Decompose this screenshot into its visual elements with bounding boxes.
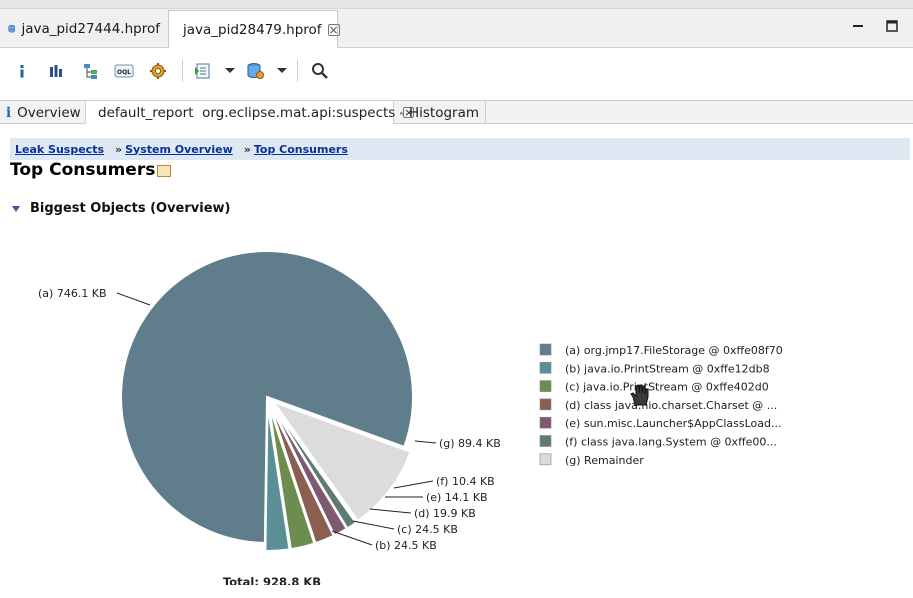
editor-tab-java-pid28479[interactable]: java_pid28479.hprof ×	[168, 10, 340, 48]
editor-tab-java-pid27444[interactable]: java_pid27444.hprof	[0, 10, 168, 48]
run-report-icon[interactable]	[192, 60, 214, 82]
pie-leader-line	[331, 530, 373, 546]
breadcrumb: Leak Suspects » System Overview » Top Co…	[10, 138, 910, 160]
pie-leader-line	[369, 508, 412, 514]
pie-leader-line	[352, 520, 395, 530]
legend-item[interactable]: (e) sun.misc.Launcher$AppClassLoad...	[565, 417, 782, 430]
breadcrumb-separator: »	[115, 142, 123, 156]
tab-default-report[interactable]: default_report org.eclipse.mat.api:suspe…	[86, 101, 415, 124]
svg-text:OQL: OQL	[117, 69, 131, 76]
tab-label: Overview	[17, 104, 81, 121]
section-title: Biggest Objects (Overview)	[30, 201, 231, 216]
chevron-down-icon[interactable]	[277, 68, 287, 73]
legend-item[interactable]: (c) java.io.PrintStream @ 0xffe402d0	[565, 381, 769, 394]
breadcrumb-leak-suspects[interactable]: Leak Suspects	[15, 143, 104, 156]
query-browser-icon[interactable]	[244, 60, 266, 82]
copy-to-clipboard-icon[interactable]	[157, 165, 171, 177]
toolbar-separator	[297, 60, 298, 82]
pie-leader-line	[414, 440, 437, 444]
editor-tab-strip: java_pid27444.hprof java_pid28479.hprof …	[0, 0, 913, 48]
pie-slice-label: (b) 24.5 KB	[375, 539, 437, 552]
legend-swatch	[539, 362, 552, 374]
section-header[interactable]: Biggest Objects (Overview)	[12, 201, 230, 216]
pie-chart: (a) 746.1 KB (b) 24.5 KB (c) 24.5 KB (d) 19…	[38, 250, 783, 585]
settings-gear-icon[interactable]	[147, 60, 169, 82]
search-icon[interactable]	[309, 60, 331, 82]
report-content: Leak Suspects » System Overview » Top Co…	[0, 125, 913, 598]
chart-total-label: Total: 928.8 KB	[223, 575, 321, 585]
pie-leader-line	[116, 292, 151, 306]
heap-dump-icon	[8, 25, 15, 33]
legend-swatch	[539, 380, 552, 392]
chevron-down-icon[interactable]	[225, 68, 235, 73]
window-top-border	[0, 0, 913, 9]
dominator-tree-icon[interactable]	[80, 60, 102, 82]
pie-slice-label: (e) 14.1 KB	[426, 491, 488, 504]
pie-slice-label: (d) 19.9 KB	[414, 507, 476, 520]
toolbar-separator	[182, 60, 183, 82]
legend-item[interactable]: (b) java.io.PrintStream @ 0xffe12db8	[565, 362, 770, 375]
oql-icon[interactable]: OQL	[113, 60, 135, 82]
collapse-triangle-icon[interactable]	[12, 205, 20, 212]
tab-overview[interactable]: i Overview	[0, 101, 86, 124]
breadcrumb-top-consumers[interactable]: Top Consumers	[254, 143, 348, 156]
pie-slice-label: (c) 24.5 KB	[397, 523, 458, 536]
editor-tab-label: java_pid27444.hprof	[21, 21, 160, 37]
toolbar: OQL	[0, 48, 913, 98]
info-icon: i	[6, 104, 12, 121]
pie-leader-line	[393, 480, 434, 489]
hand-cursor-icon	[630, 384, 649, 406]
breadcrumb-system-overview[interactable]: System Overview	[125, 143, 233, 156]
breadcrumb-separator: »	[243, 142, 251, 156]
pie-slice-label: (a) 746.1 KB	[38, 287, 107, 300]
report-tab-strip: i Overview default_report org.eclipse.ma…	[0, 100, 913, 124]
info-icon[interactable]	[11, 60, 33, 82]
pie-slice-label: (g) 89.4 KB	[439, 437, 501, 450]
legend-item[interactable]: (f) class java.lang.System @ 0xffe00...	[565, 436, 777, 449]
histogram-icon	[400, 111, 403, 114]
histogram-icon[interactable]	[45, 60, 67, 82]
legend-swatch	[539, 453, 552, 466]
tab-label: Histogram	[408, 104, 479, 121]
pie-slice-label: (f) 10.4 KB	[436, 475, 495, 488]
legend-swatch	[539, 398, 552, 411]
editor-tab-label: java_pid28479.hprof	[183, 21, 322, 38]
minimize-icon[interactable]	[852, 20, 864, 32]
legend-item[interactable]: (g) Remainder	[565, 454, 644, 467]
tab-histogram[interactable]: Histogram	[394, 101, 486, 124]
close-tab-icon[interactable]: ×	[327, 23, 340, 36]
legend-swatch	[539, 343, 552, 356]
legend-item[interactable]: (a) org.jmp17.FileStorage @ 0xffe08f70	[565, 344, 783, 357]
maximize-icon[interactable]	[886, 20, 898, 32]
legend-swatch	[539, 435, 552, 447]
legend-swatch	[539, 416, 552, 429]
page-title: Top Consumers	[10, 160, 156, 180]
tab-label: default_report org.eclipse.mat.api:suspe…	[98, 104, 396, 121]
legend-item[interactable]: (d) class java.nio.charset.Charset @ ...	[565, 399, 777, 412]
